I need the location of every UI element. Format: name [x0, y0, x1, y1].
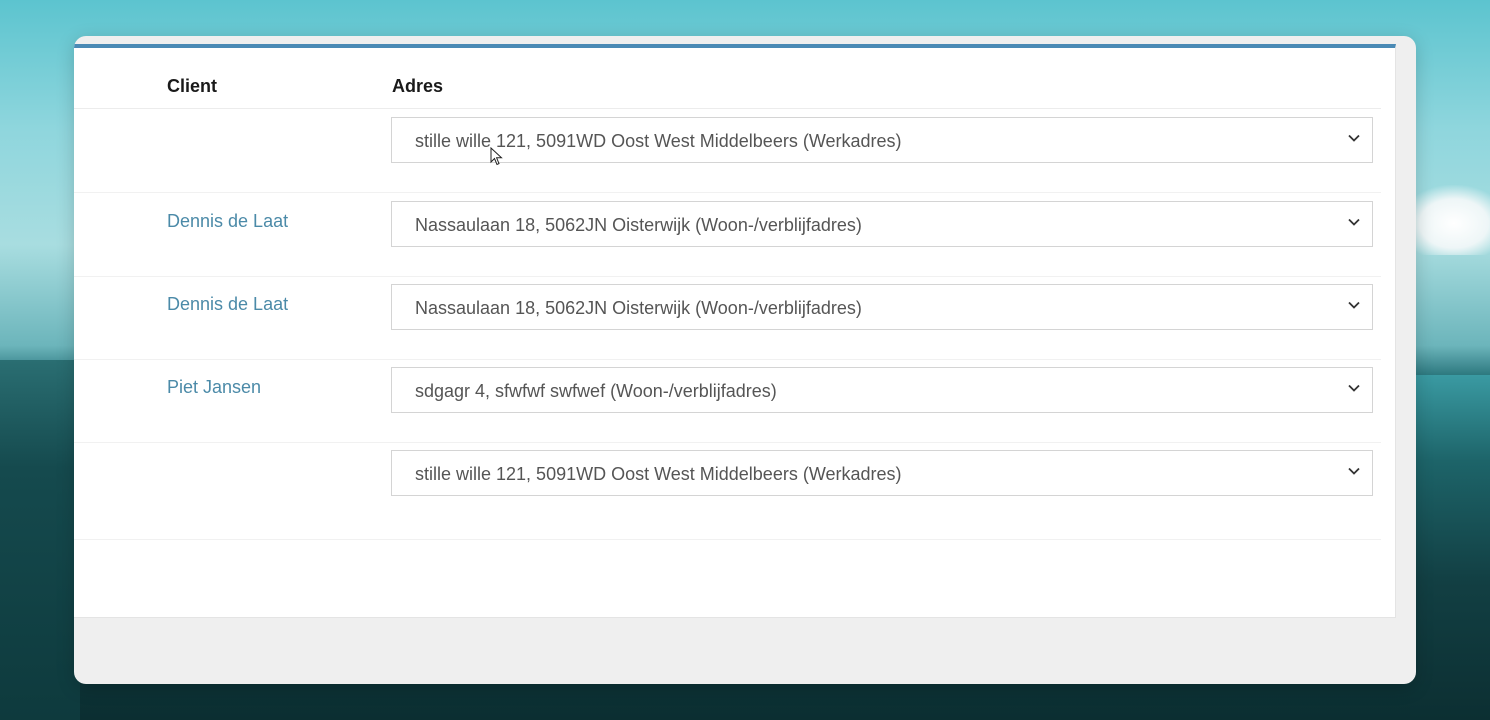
- table-row: stille wille 121, 5091WD Oost West Midde…: [74, 442, 1381, 540]
- background-mountain-left: [0, 360, 80, 720]
- background-mountain-right: [1410, 375, 1490, 720]
- column-header-adres: Adres: [392, 76, 444, 96]
- table-row: Dennis de Laat Nassaulaan 18, 5062JN Ois…: [74, 193, 1381, 277]
- table-row: Dennis de Laat Nassaulaan 18, 5062JN Ois…: [74, 276, 1381, 360]
- address-select[interactable]: sdgagr 4, sfwfwf swfwef (Woon-/verblijfa…: [391, 367, 1373, 413]
- chevron-down-icon: [1348, 301, 1360, 309]
- client-link[interactable]: Dennis de Laat: [167, 294, 288, 315]
- address-select-value: Nassaulaan 18, 5062JN Oisterwijk (Woon-/…: [415, 298, 862, 318]
- table-row: Piet Jansen sdgagr 4, sfwfwf swfwef (Woo…: [74, 359, 1381, 443]
- client-link[interactable]: Dennis de Laat: [167, 211, 288, 232]
- address-select-value: Nassaulaan 18, 5062JN Oisterwijk (Woon-/…: [415, 215, 862, 235]
- chevron-down-icon: [1348, 134, 1360, 142]
- mouse-cursor-icon: [490, 147, 503, 166]
- column-header-client: Client: [167, 76, 218, 96]
- address-table-panel: Client Adres stille wille 121, 5091WD Oo…: [74, 44, 1396, 618]
- app-window: Client Adres stille wille 121, 5091WD Oo…: [74, 36, 1416, 684]
- address-select[interactable]: stille wille 121, 5091WD Oost West Midde…: [391, 450, 1373, 496]
- address-select[interactable]: Nassaulaan 18, 5062JN Oisterwijk (Woon-/…: [391, 284, 1373, 330]
- client-link[interactable]: Piet Jansen: [167, 377, 261, 398]
- address-select-value: stille wille 121, 5091WD Oost West Midde…: [415, 131, 902, 151]
- address-select-value: sdgagr 4, sfwfwf swfwef (Woon-/verblijfa…: [415, 381, 777, 401]
- table-row: stille wille 121, 5091WD Oost West Midde…: [74, 109, 1381, 193]
- chevron-down-icon: [1348, 467, 1360, 475]
- address-select-value: stille wille 121, 5091WD Oost West Midde…: [415, 464, 902, 484]
- chevron-down-icon: [1348, 218, 1360, 226]
- chevron-down-icon: [1348, 384, 1360, 392]
- table-header-row: Client Adres: [74, 48, 1381, 109]
- address-select[interactable]: Nassaulaan 18, 5062JN Oisterwijk (Woon-/…: [391, 201, 1373, 247]
- address-select[interactable]: stille wille 121, 5091WD Oost West Midde…: [391, 117, 1373, 163]
